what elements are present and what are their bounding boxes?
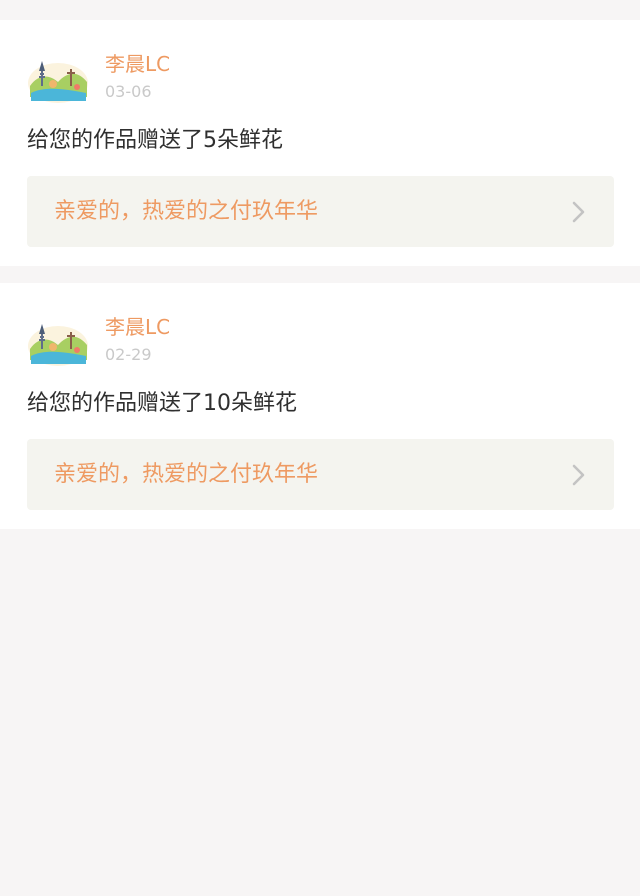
chevron-right-icon	[572, 201, 585, 223]
work-title: 亲爱的，热爱的之付玖年华	[54, 462, 319, 487]
landscape-avatar-icon[interactable]	[27, 55, 89, 105]
user-name[interactable]: 李晨LC	[105, 51, 170, 77]
notification-date: 03-06	[105, 82, 152, 101]
notification-list-page: 李晨LC 03-06 给您的作品赠送了5朵鲜花 亲爱的，热爱的之付玖年华 李晨L…	[0, 0, 640, 896]
work-link-button[interactable]: 亲爱的，热爱的之付玖年华	[27, 439, 614, 510]
landscape-avatar-icon[interactable]	[27, 318, 89, 368]
gift-notification-card: 李晨LC 02-29 给您的作品赠送了10朵鲜花 亲爱的，热爱的之付玖年华	[0, 283, 640, 529]
gift-message: 给您的作品赠送了10朵鲜花	[27, 391, 297, 416]
notification-date: 02-29	[105, 345, 152, 364]
work-title: 亲爱的，热爱的之付玖年华	[54, 199, 319, 224]
chevron-right-icon	[572, 464, 585, 486]
gift-notification-card: 李晨LC 03-06 给您的作品赠送了5朵鲜花 亲爱的，热爱的之付玖年华	[0, 20, 640, 266]
user-name[interactable]: 李晨LC	[105, 314, 170, 340]
gift-message: 给您的作品赠送了5朵鲜花	[27, 128, 283, 153]
work-link-button[interactable]: 亲爱的，热爱的之付玖年华	[27, 176, 614, 247]
